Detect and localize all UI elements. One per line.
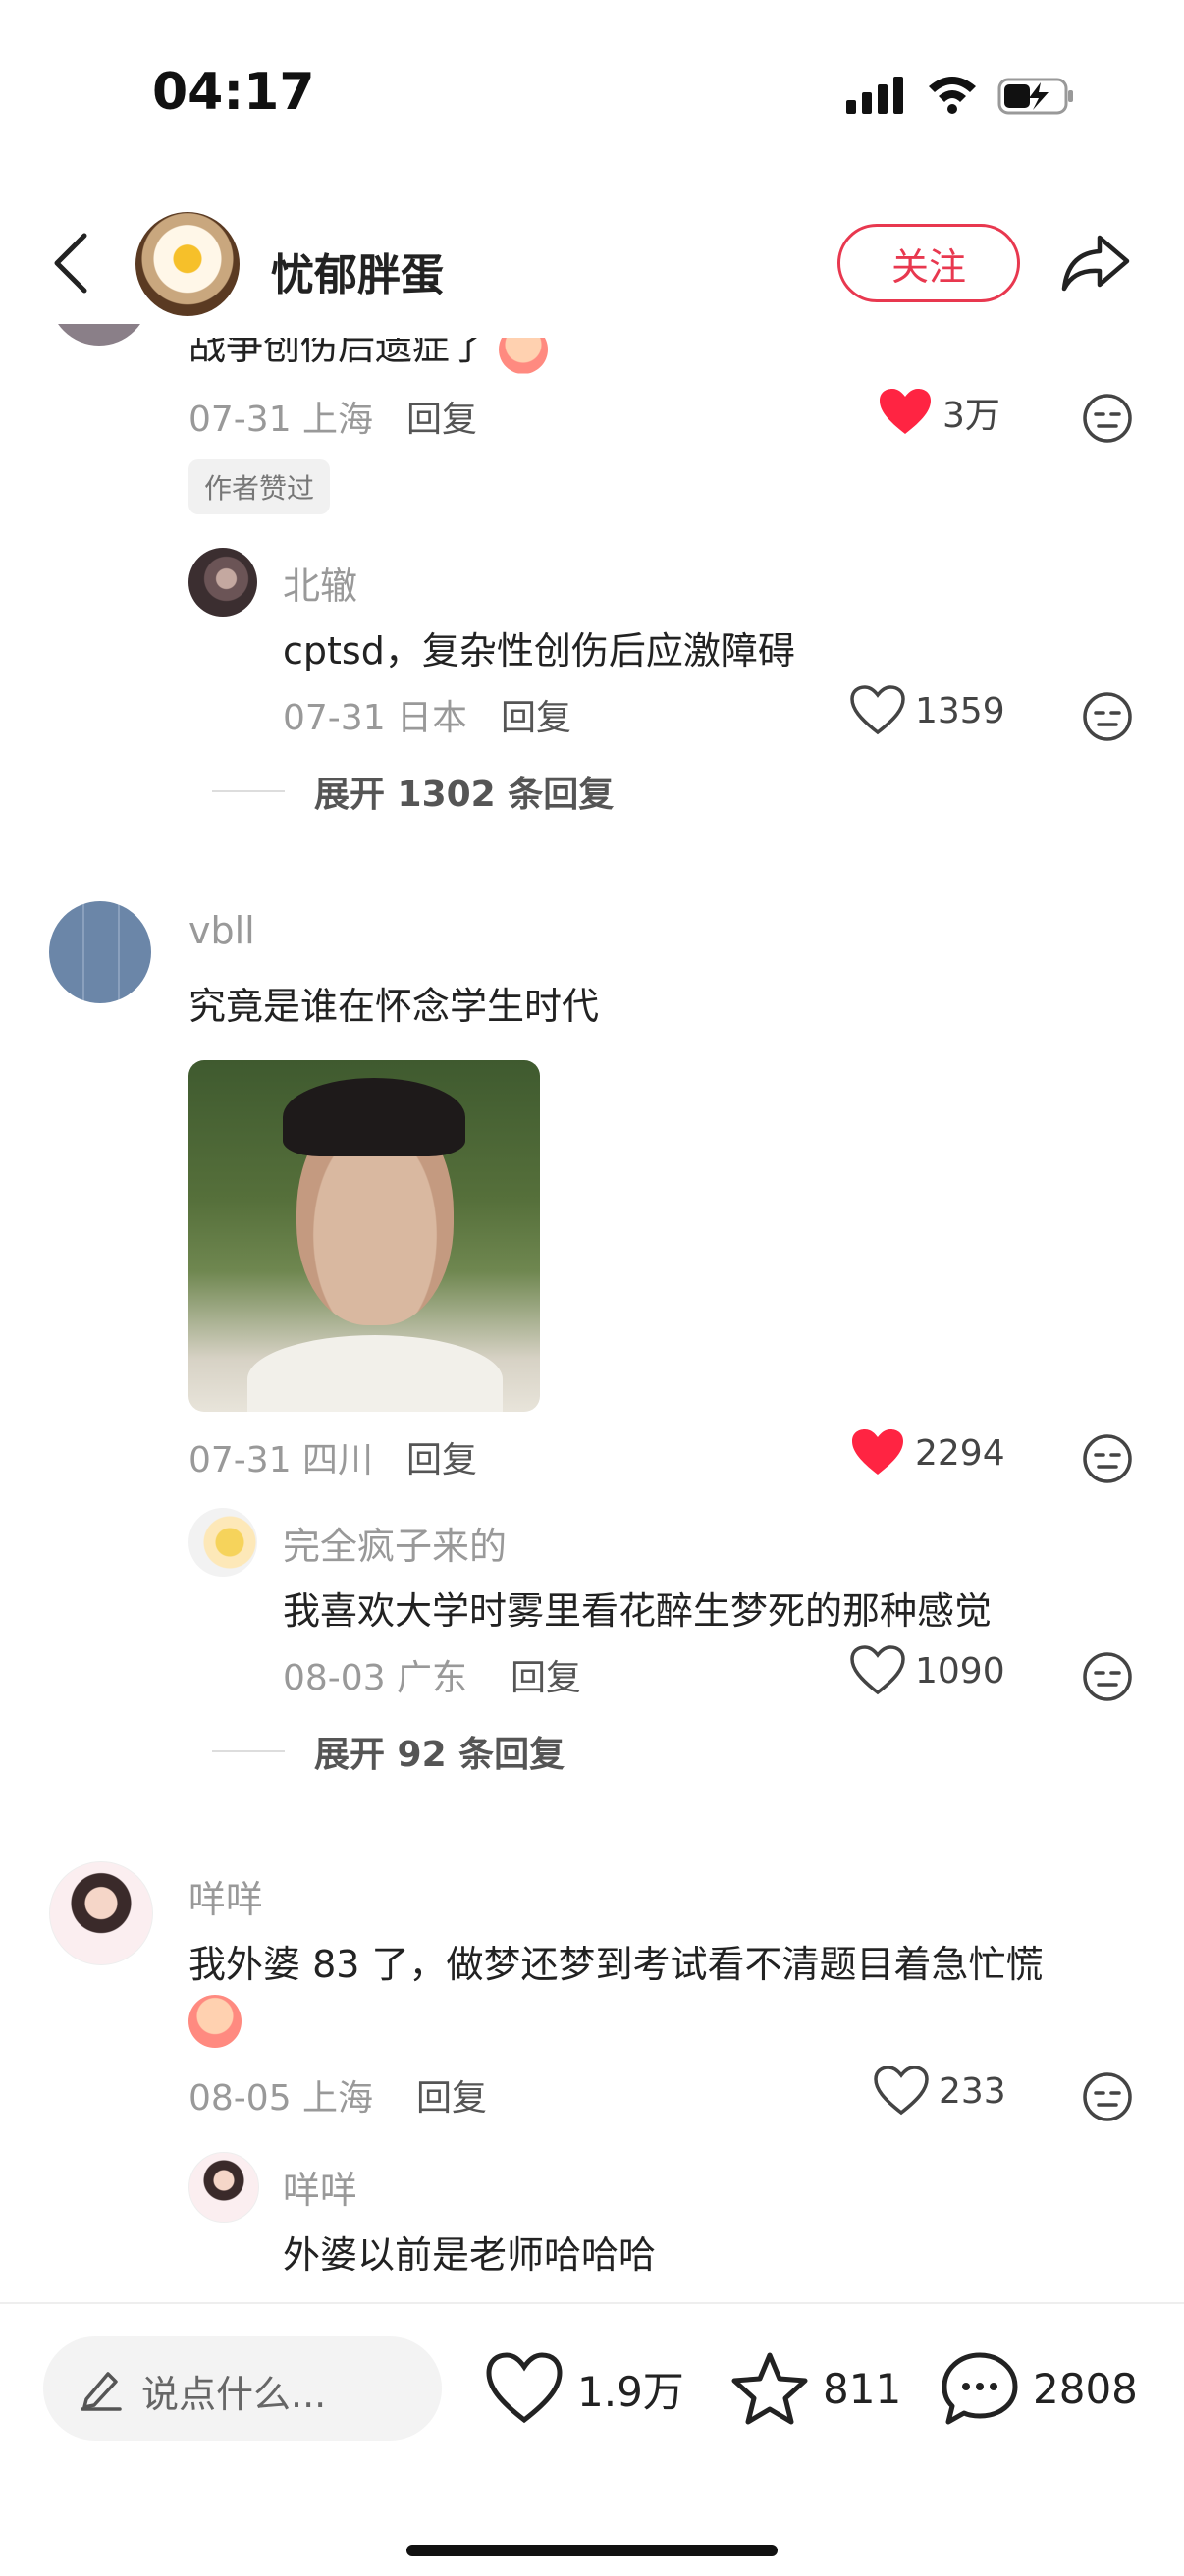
expand-replies-button[interactable]: 展开 1302 条回复 — [212, 766, 614, 817]
like-button[interactable]: 2294 — [850, 1427, 1005, 1478]
heart-outline-icon — [486, 2352, 563, 2424]
comment-input-placeholder[interactable]: 说点什么... — [141, 2364, 326, 2418]
divider-line — [212, 790, 285, 792]
battery-icon — [997, 78, 1073, 115]
reply-date: 07-31 日本 — [283, 698, 468, 738]
wifi-icon — [929, 77, 976, 114]
author-avatar[interactable] — [135, 212, 240, 316]
dislike-face-icon[interactable] — [1082, 393, 1133, 444]
commenter-avatar[interactable] — [49, 1861, 153, 1965]
like-button[interactable]: 233 — [874, 2066, 1006, 2117]
like-count: 1090 — [915, 1650, 1005, 1691]
reply-date: 08-03 广东 — [283, 1658, 468, 1698]
heart-filled-icon — [880, 389, 931, 434]
comment-image[interactable] — [188, 1060, 540, 1412]
like-button[interactable]: 1090 — [850, 1645, 1005, 1696]
like-button[interactable]: 3万 — [878, 387, 1000, 438]
comments-button[interactable]: 2808 — [941, 2351, 1138, 2426]
reply-avatar[interactable] — [188, 2152, 259, 2223]
post-like-count: 1.9万 — [577, 2367, 684, 2416]
reply-button[interactable]: 回复 — [406, 1431, 477, 1482]
reply-text: 我喜欢大学时雾里看花醉生梦死的那种感觉 — [283, 1589, 993, 1633]
emoji-icon — [499, 337, 549, 374]
reply-text: cptsd，复杂性创伤后应激障碍 — [283, 629, 795, 672]
emoji-icon — [188, 1995, 242, 2048]
post-like-button[interactable]: 1.9万 — [485, 2351, 684, 2426]
reply-button[interactable]: 回复 — [406, 391, 477, 442]
status-time: 04:17 — [152, 63, 315, 122]
home-indicator[interactable] — [406, 2545, 778, 2556]
back-chevron-icon[interactable] — [51, 232, 90, 295]
commenter-avatar[interactable] — [49, 901, 151, 1003]
dislike-face-icon[interactable] — [1082, 2071, 1133, 2122]
reply-button[interactable]: 回复 — [511, 1649, 581, 1700]
divider-line — [212, 1750, 285, 1752]
comment-date: 07-31 上海 — [188, 400, 374, 440]
commenter-username[interactable]: 咩咩 — [188, 1869, 263, 1923]
share-icon[interactable] — [1060, 232, 1131, 295]
comment-list[interactable]: 战争创伤后遗症了 07-31 上海 回复 3万 作者赞过 北辙 cptsd，复杂… — [0, 324, 1184, 2302]
like-count: 3万 — [942, 396, 1000, 436]
expand-replies-button[interactable]: 展开 92 条回复 — [212, 1726, 565, 1777]
heart-filled-icon — [852, 1429, 903, 1475]
comment-text: 我外婆 83 了，做梦还梦到考试看不清题目着急忙慌 — [188, 1943, 1044, 1986]
dislike-face-icon[interactable] — [1082, 1651, 1133, 1702]
dislike-face-icon[interactable] — [1082, 691, 1133, 742]
reply-avatar[interactable] — [188, 548, 257, 617]
expand-replies-label: 展开 92 条回复 — [314, 1735, 565, 1775]
like-count: 233 — [939, 2070, 1006, 2112]
heart-outline-icon — [874, 2066, 929, 2116]
heart-outline-icon — [850, 685, 905, 735]
chat-bubble-icon — [942, 2352, 1018, 2425]
like-count: 1359 — [915, 690, 1005, 731]
commenter-username[interactable]: vbll — [188, 909, 255, 952]
comment-text: 战争创伤后遗症了 — [188, 337, 549, 374]
comment-text: 究竟是谁在怀念学生时代 — [188, 985, 600, 1028]
commenter-avatar[interactable] — [49, 324, 149, 346]
star-outline-icon — [731, 2352, 808, 2425]
reply-username[interactable]: 咩咩 — [283, 2160, 357, 2214]
follow-button[interactable]: 关注 — [837, 224, 1020, 302]
comment-date: 08-05 上海 — [188, 2078, 374, 2119]
expand-replies-label: 展开 1302 条回复 — [314, 775, 615, 815]
reply-text: 外婆以前是老师哈哈哈 — [283, 2233, 657, 2277]
like-button[interactable]: 1359 — [850, 685, 1005, 736]
reply-username[interactable]: 完全疯子来的 — [283, 1516, 507, 1570]
comment-date: 07-31 四川 — [188, 1440, 374, 1480]
comment-count: 2808 — [1033, 2364, 1138, 2413]
cellular-signal-icon — [846, 77, 903, 114]
author-liked-badge: 作者赞过 — [188, 459, 331, 514]
collect-count: 811 — [823, 2364, 902, 2413]
reply-username[interactable]: 北辙 — [283, 556, 357, 610]
heart-outline-icon — [850, 1645, 905, 1695]
reply-button[interactable]: 回复 — [501, 689, 571, 740]
author-name[interactable]: 忧郁胖蛋 — [271, 240, 444, 302]
collect-button[interactable]: 811 — [730, 2351, 901, 2426]
like-count: 2294 — [915, 1432, 1005, 1474]
reply-button[interactable]: 回复 — [416, 2069, 487, 2120]
pencil-icon — [81, 2372, 122, 2411]
reply-avatar[interactable] — [188, 1508, 257, 1577]
dislike-face-icon[interactable] — [1082, 1433, 1133, 1484]
